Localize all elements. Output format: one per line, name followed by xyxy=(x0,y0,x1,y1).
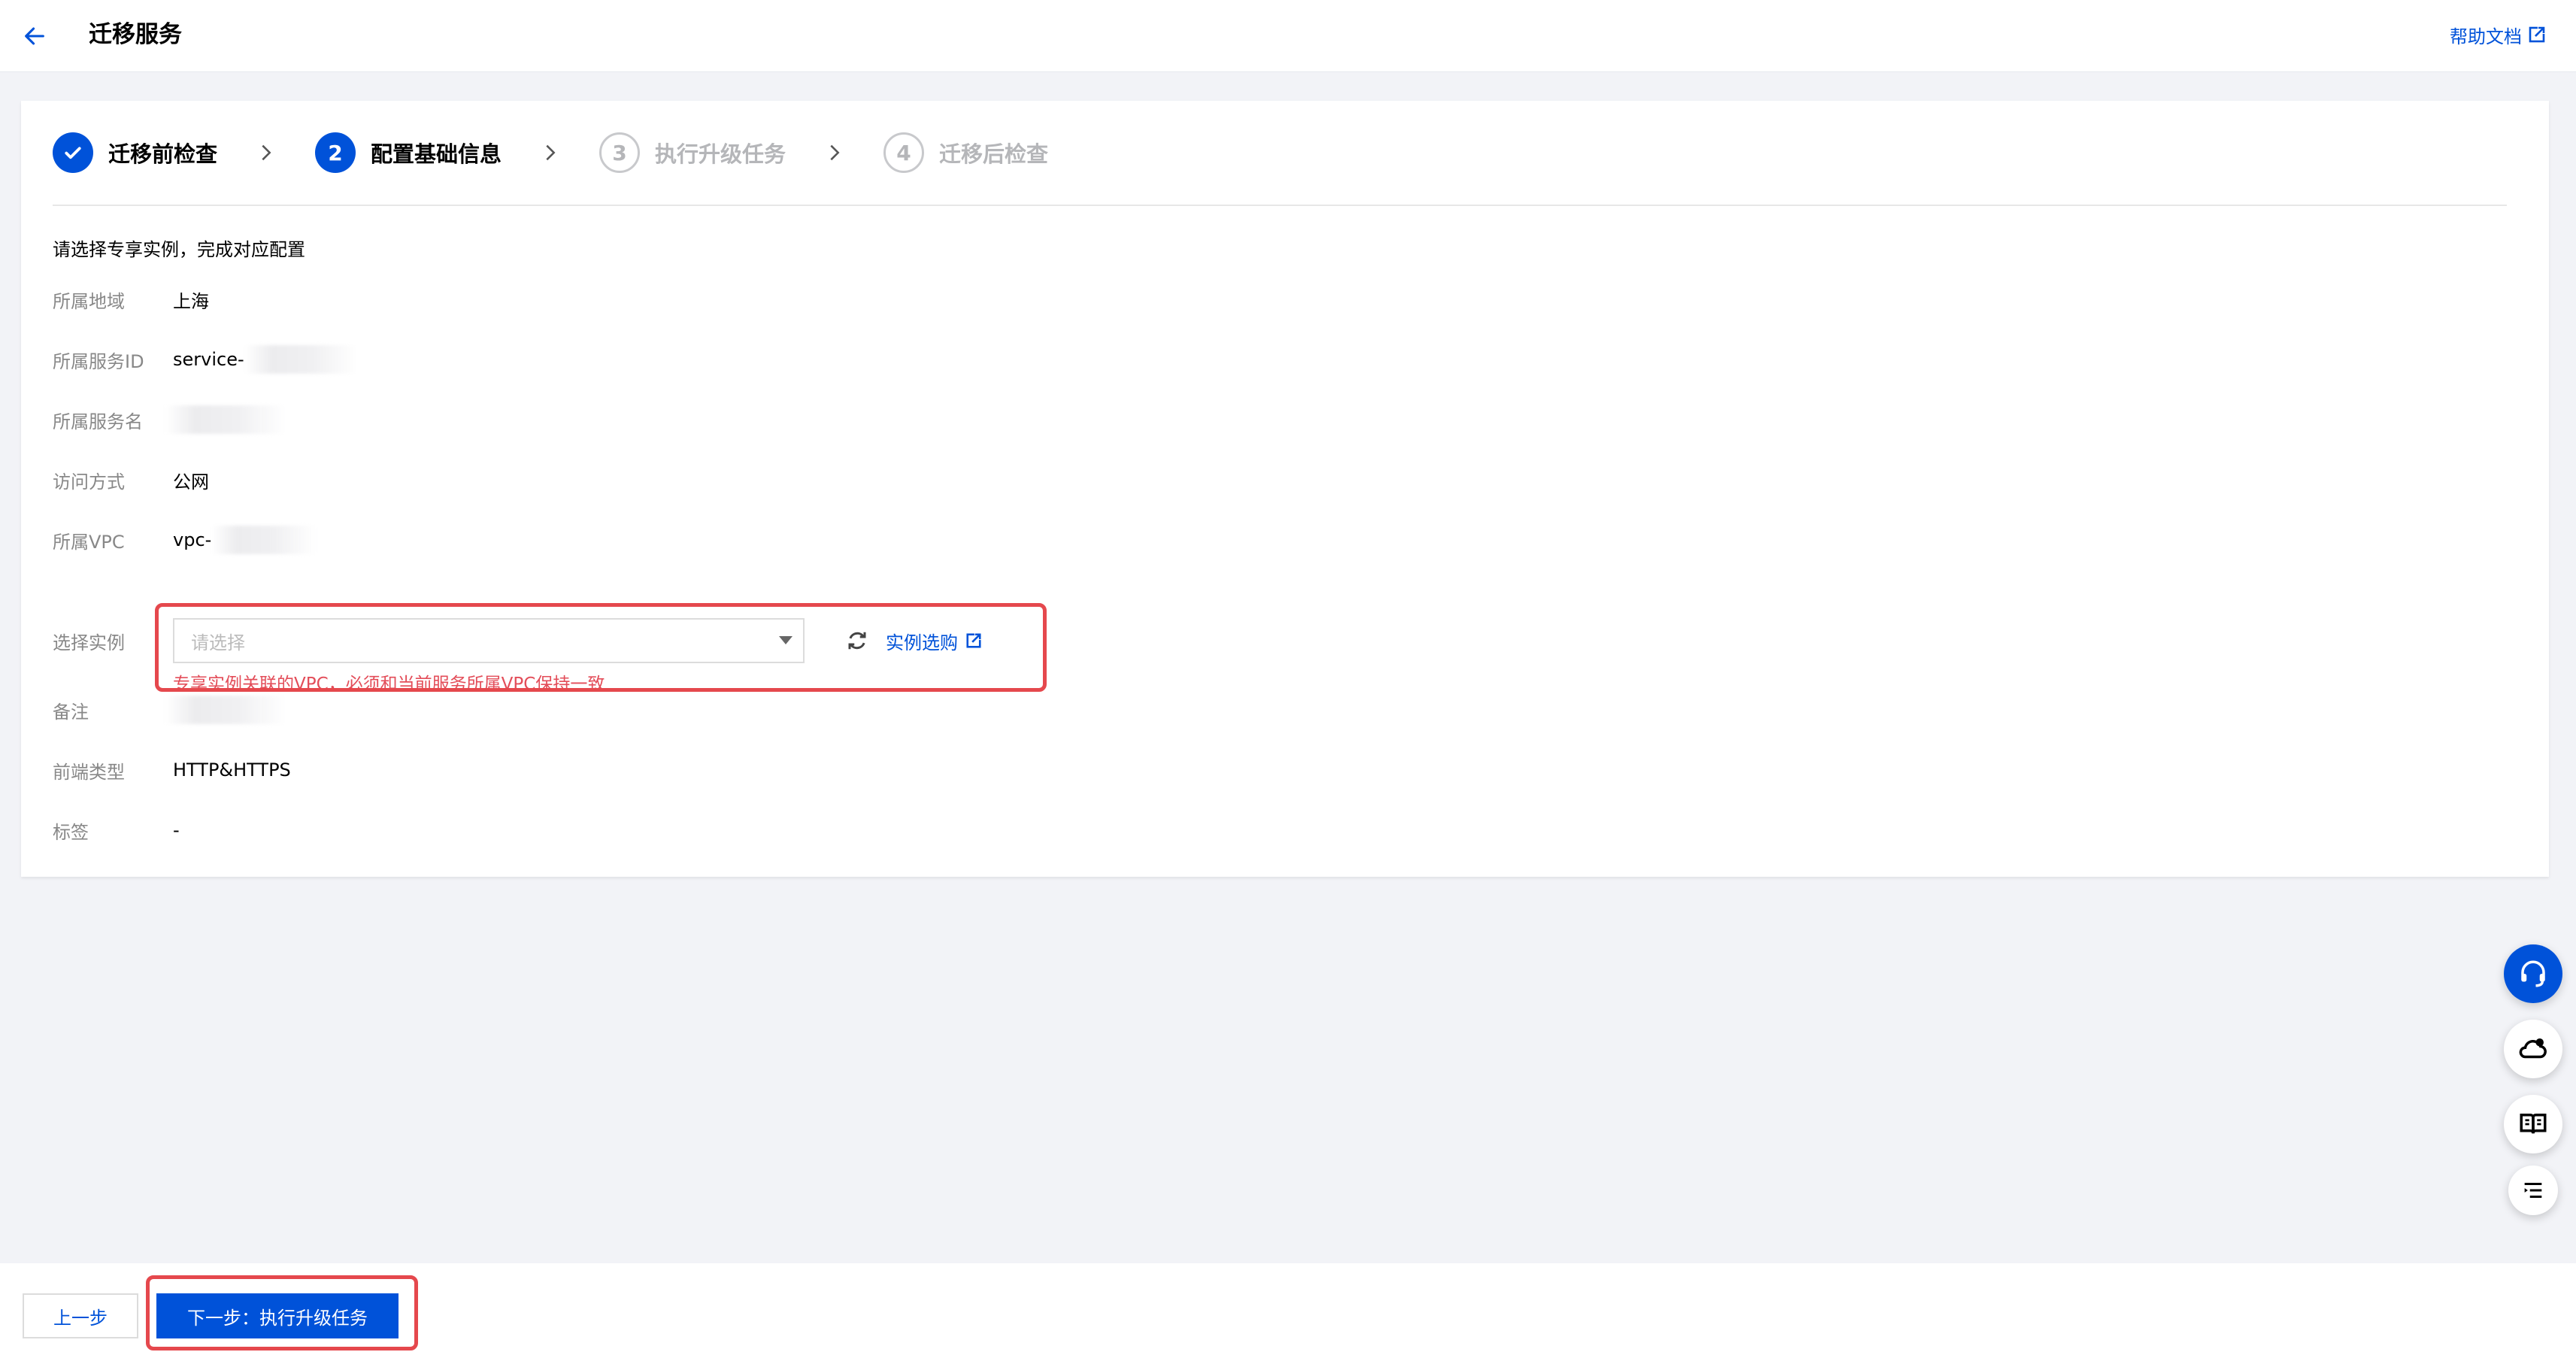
chevron-right-icon xyxy=(532,134,569,171)
instance-select-placeholder: 请选择 xyxy=(191,632,245,653)
refresh-icon[interactable] xyxy=(841,624,874,657)
step-label: 执行升级任务 xyxy=(655,141,786,167)
steps-bar: 迁移前检查 2 配置基础信息 3 执行升级任务 4 迁移后检查 xyxy=(53,101,2507,206)
step-label: 配置基础信息 xyxy=(371,141,502,167)
step-number: 3 xyxy=(599,132,641,173)
row-vpc: 所属VPC vpc- xyxy=(53,525,317,555)
arrow-left-icon xyxy=(25,27,44,45)
service-id-value: service- xyxy=(173,349,244,370)
form-intro: 请选择专享实例，完成对应配置 xyxy=(53,239,305,260)
service-name-label: 所属服务名 xyxy=(53,411,143,432)
row-service-name: 所属服务名 xyxy=(53,405,286,435)
tags-label: 标签 xyxy=(53,821,89,843)
help-docs-label: 帮助文档 xyxy=(2450,26,2522,47)
chevron-right-icon xyxy=(247,134,285,171)
page-title: 迁移服务 xyxy=(89,21,182,48)
frontend-value: HTTP&HTTPS xyxy=(173,759,291,781)
step-number: 4 xyxy=(883,132,925,173)
step-precheck: 迁移前检查 xyxy=(53,132,217,173)
remark-label: 备注 xyxy=(53,701,89,723)
access-label: 访问方式 xyxy=(53,471,125,493)
row-access: 访问方式 公网 xyxy=(53,465,209,495)
footer-bar: 上一步 下一步：执行升级任务 xyxy=(0,1263,2576,1352)
row-region: 所属地域 上海 xyxy=(53,284,209,314)
instance-buy-link[interactable]: 实例选购 xyxy=(886,626,982,656)
row-tags: 标签 - xyxy=(53,815,180,845)
row-remark: 备注 xyxy=(53,695,286,725)
instance-label: 选择实例 xyxy=(53,632,125,653)
prev-step-button[interactable]: 上一步 xyxy=(23,1293,138,1338)
step-config-basic: 2 配置基础信息 xyxy=(315,132,502,173)
access-value: 公网 xyxy=(173,471,209,493)
step-label: 迁移前检查 xyxy=(108,141,218,167)
redacted-blur xyxy=(165,696,286,724)
back-button[interactable] xyxy=(15,17,54,56)
redacted-blur xyxy=(244,345,357,374)
external-link-icon xyxy=(2529,26,2545,43)
docs-button[interactable] xyxy=(2504,1095,2562,1153)
region-value: 上海 xyxy=(173,290,209,312)
headset-icon xyxy=(2521,960,2545,987)
step-postcheck: 4 迁移后检查 xyxy=(883,132,1048,173)
list-icon xyxy=(2524,1182,2542,1199)
step-number: 2 xyxy=(315,132,356,173)
step-run-upgrade: 3 执行升级任务 xyxy=(599,132,786,173)
row-frontend: 前端类型 HTTP&HTTPS xyxy=(53,755,291,785)
tags-value: - xyxy=(173,820,180,841)
row-instance: 选择实例 xyxy=(53,626,173,656)
external-link-icon xyxy=(966,632,982,648)
top-bar: 迁移服务 帮助文档 xyxy=(0,0,2576,72)
help-docs-link[interactable]: 帮助文档 xyxy=(2450,20,2546,50)
frontend-label: 前端类型 xyxy=(53,761,125,783)
step-label: 迁移后检查 xyxy=(939,141,1049,167)
instance-select[interactable]: 请选择 xyxy=(173,618,805,663)
instance-buy-label: 实例选购 xyxy=(886,632,958,653)
outline-button[interactable] xyxy=(2508,1166,2558,1215)
row-service-id: 所属服务ID service- xyxy=(53,344,357,374)
cloud-user-icon xyxy=(2519,1038,2547,1059)
next-step-button[interactable]: 下一步：执行升级任务 xyxy=(156,1293,399,1338)
book-icon xyxy=(2520,1114,2547,1134)
vpc-warning: 专享实例关联的VPC，必须和当前服务所属VPC保持一致 xyxy=(173,674,605,694)
redacted-blur xyxy=(211,526,317,554)
config-card: 迁移前检查 2 配置基础信息 3 执行升级任务 4 迁移后检查 请选择专享实例，… xyxy=(21,101,2549,877)
service-id-label: 所属服务ID xyxy=(53,350,144,372)
region-label: 所属地域 xyxy=(53,290,125,312)
cloud-assistant-button[interactable] xyxy=(2504,1020,2562,1078)
caret-down-icon xyxy=(779,636,792,644)
step-done-check xyxy=(53,132,93,173)
redacted-blur xyxy=(165,405,286,434)
chevron-right-icon xyxy=(816,134,853,171)
support-button[interactable] xyxy=(2504,944,2562,1003)
vpc-value: vpc- xyxy=(173,529,212,550)
check-icon xyxy=(65,147,81,159)
vpc-label: 所属VPC xyxy=(53,531,125,553)
